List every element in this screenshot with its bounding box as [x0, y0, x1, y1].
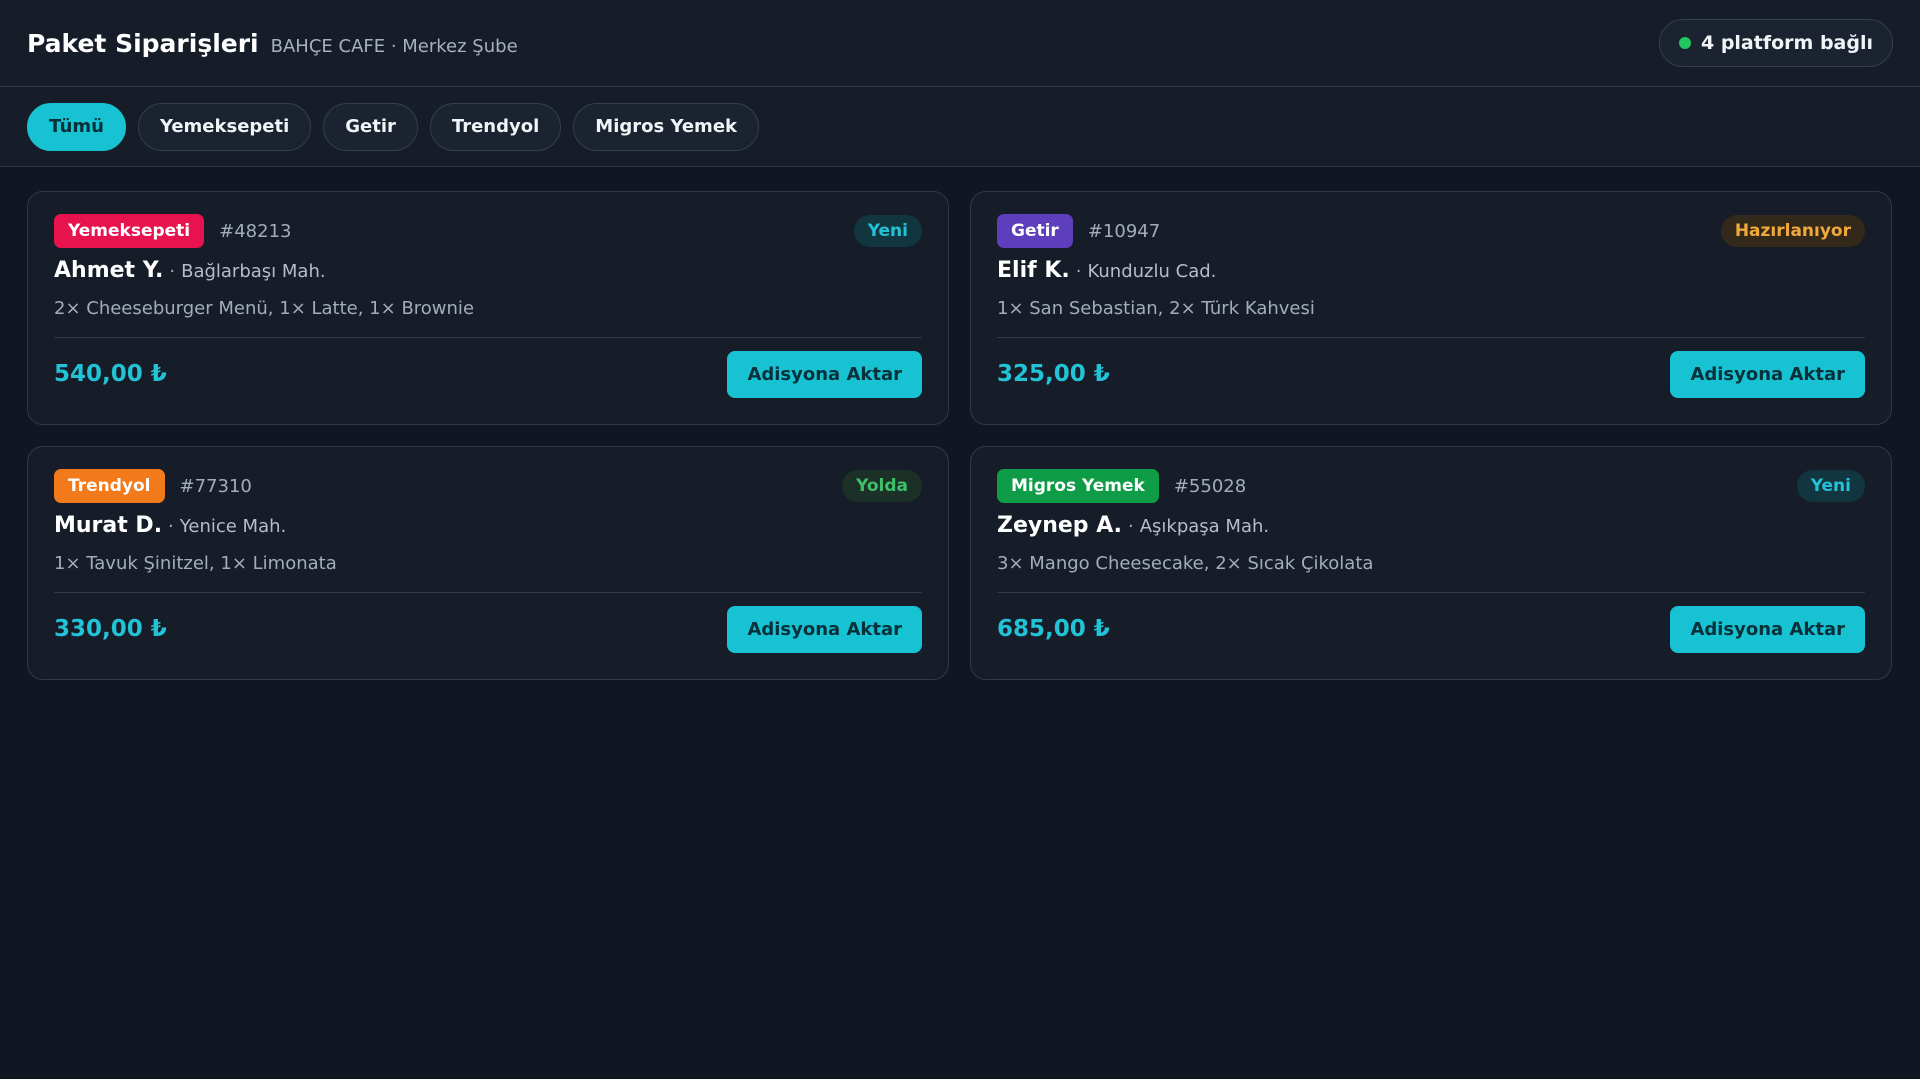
status-badge: Yeni — [1796, 470, 1865, 502]
order-card: Yemeksepeti #48213 Yeni Ahmet Y. · Bağla… — [27, 191, 949, 425]
order-price: 540,00 ₺ — [54, 361, 167, 387]
platform-status-pill[interactable]: 4 platform bağlı — [1658, 19, 1893, 67]
status-dot-icon — [1678, 37, 1691, 49]
order-id: #10947 — [1087, 220, 1161, 242]
order-id: #55028 — [1173, 475, 1247, 497]
title-group: Paket Siparişleri BAHÇE CAFE · Merkez Şu… — [27, 29, 518, 58]
customer-address: Bağlarbaşı Mah. — [181, 261, 326, 282]
customer-name: Elif K. — [997, 258, 1070, 283]
customer-address: Aşıkpaşa Mah. — [1139, 516, 1270, 537]
separator: · — [169, 261, 176, 282]
order-price: 685,00 ₺ — [997, 616, 1110, 642]
order-card: Trendyol #77310 Yolda Murat D. · Yenice … — [27, 446, 949, 680]
transfer-to-bill-button[interactable]: Adisyona Aktar — [1670, 350, 1865, 398]
order-items: 1× Tavuk Şinitzel, 1× Limonata — [54, 553, 337, 574]
platform-badge: Trendyol — [54, 469, 165, 503]
platform-filter-tabs: Tümü Yemeksepeti Getir Trendyol Migros Y… — [0, 87, 1920, 167]
tab-yemeksepeti[interactable]: Yemeksepeti — [137, 102, 312, 151]
platform-status-label: 4 platform bağlı — [1700, 32, 1873, 54]
status-badge: Yeni — [853, 215, 922, 247]
status-badge: Yolda — [842, 470, 922, 502]
order-card: Getir #10947 Hazırlanıyor Elif K. · Kund… — [970, 191, 1892, 425]
platform-badge: Yemeksepeti — [54, 214, 205, 248]
separator: · — [1128, 516, 1134, 537]
order-id: #77310 — [179, 475, 252, 497]
tab-trendyol[interactable]: Trendyol — [429, 102, 562, 151]
customer-name: Murat D. — [54, 513, 163, 538]
transfer-to-bill-button[interactable]: Adisyona Aktar — [727, 605, 922, 653]
branch-subtitle: BAHÇE CAFE · Merkez Şube — [270, 35, 518, 57]
platform-badge: Migros Yemek — [997, 469, 1159, 503]
order-card: Migros Yemek #55028 Yeni Zeynep A. · Aşı… — [970, 446, 1892, 680]
order-id: #48213 — [219, 220, 292, 242]
order-price: 325,00 ₺ — [997, 361, 1110, 387]
transfer-to-bill-button[interactable]: Adisyona Aktar — [1670, 605, 1865, 653]
order-price: 330,00 ₺ — [54, 616, 167, 642]
order-items: 3× Mango Cheesecake, 2× Sıcak Çikolata — [997, 553, 1374, 574]
tab-migros-yemek[interactable]: Migros Yemek — [573, 102, 759, 151]
orders-grid: Yemeksepeti #48213 Yeni Ahmet Y. · Bağla… — [0, 167, 1920, 704]
platform-badge: Getir — [997, 214, 1073, 248]
page-header: Paket Siparişleri BAHÇE CAFE · Merkez Şu… — [0, 0, 1920, 87]
page-title: Paket Siparişleri — [27, 28, 259, 58]
transfer-to-bill-button[interactable]: Adisyona Aktar — [727, 350, 922, 398]
order-items: 2× Cheeseburger Menü, 1× Latte, 1× Brown… — [54, 298, 475, 319]
tab-getir[interactable]: Getir — [323, 102, 418, 151]
separator: · — [168, 516, 174, 537]
customer-address: Kunduzlu Cad. — [1087, 261, 1217, 282]
customer-name: Ahmet Y. — [54, 258, 164, 283]
customer-name: Zeynep A. — [997, 513, 1122, 538]
order-items: 1× San Sebastian, 2× Türk Kahvesi — [997, 298, 1315, 319]
customer-address: Yenice Mah. — [179, 516, 287, 537]
tab-all[interactable]: Tümü — [27, 102, 126, 151]
separator: · — [1075, 261, 1082, 282]
status-badge: Hazırlanıyor — [1720, 215, 1865, 247]
